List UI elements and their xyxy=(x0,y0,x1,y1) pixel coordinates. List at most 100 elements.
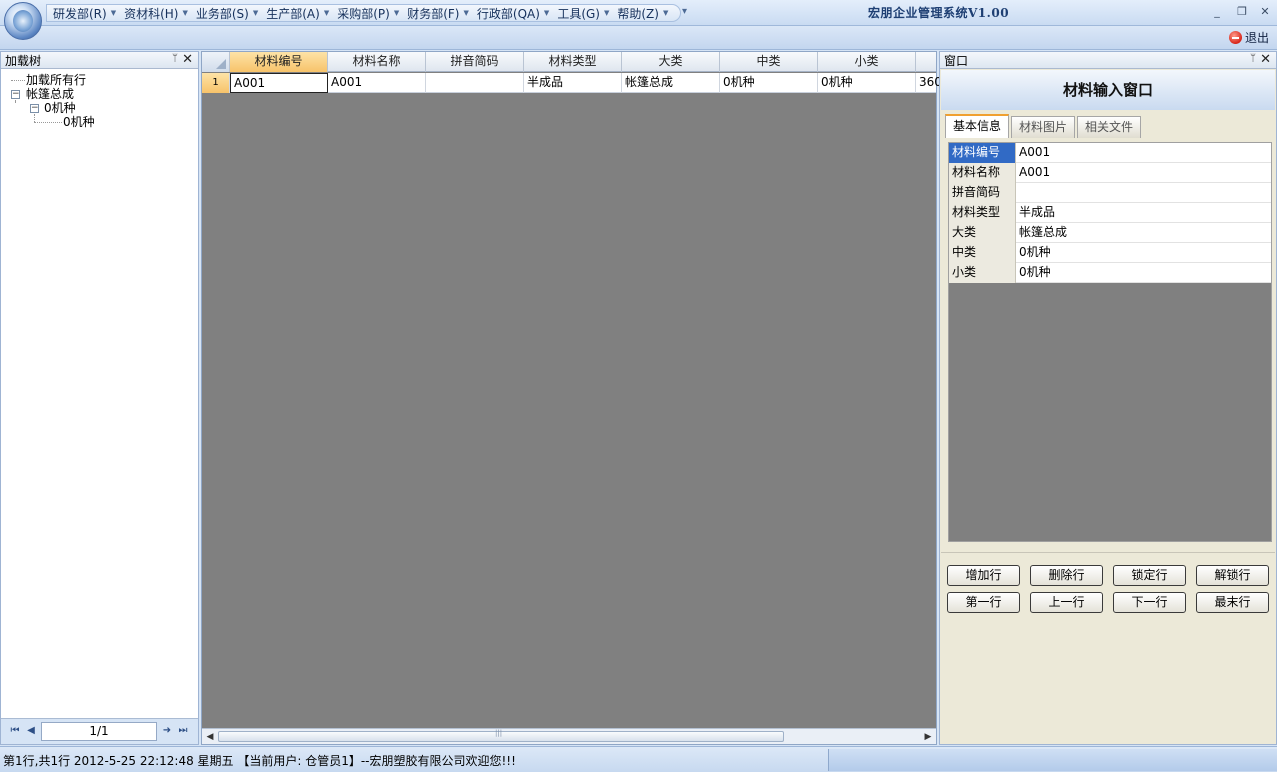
column-header[interactable]: 中类 xyxy=(720,52,818,72)
close-window-button[interactable]: ✕ xyxy=(1255,4,1275,20)
row-number[interactable]: 1 xyxy=(202,73,230,93)
table-cell[interactable]: 帐篷总成 xyxy=(622,73,720,93)
column-header[interactable]: 材料名称 xyxy=(328,52,426,72)
field-label: 材料名称 xyxy=(949,163,1016,183)
field-row[interactable]: 材料名称 A001 xyxy=(949,163,1271,183)
field-label: 材料编号 xyxy=(949,143,1016,163)
prev-row-button[interactable]: 上一行 xyxy=(1030,592,1103,613)
menu-admin[interactable]: 行政部(QA) ▼ xyxy=(473,5,553,21)
table-row[interactable]: 1 A001 A001 半成品 帐篷总成 0机种 0机种 360 xyxy=(202,73,940,93)
field-value[interactable]: 0机种 xyxy=(1016,263,1271,282)
input-panel-header: 窗口 ᛘ ✕ xyxy=(940,52,1276,69)
pin-icon[interactable]: ᛘ xyxy=(172,53,178,64)
restore-button[interactable]: ❐ xyxy=(1232,4,1252,20)
input-panel-title: 窗口 xyxy=(944,53,969,68)
field-row[interactable]: 拼音简码 xyxy=(949,183,1271,203)
collapse-icon[interactable]: − xyxy=(30,104,39,113)
menu-finance[interactable]: 财务部(F) ▼ xyxy=(403,5,473,21)
menu-rnd[interactable]: 研发部(R) ▼ xyxy=(49,5,120,21)
column-header[interactable]: 材料类型 xyxy=(524,52,622,72)
horizontal-scrollbar[interactable]: ◀ ▶ xyxy=(202,728,936,744)
scrollbar-thumb[interactable] xyxy=(218,729,784,742)
tree-node-tent-assembly[interactable]: 帐篷总成 xyxy=(26,87,74,101)
form-tabs: 基本信息 材料图片 相关文件 xyxy=(945,114,1142,138)
field-row[interactable]: 大类 帐篷总成 xyxy=(949,223,1271,243)
property-grid: 材料编号 A001 材料名称 A001 拼音简码 材料类型 半成品 大类 帐篷总… xyxy=(948,142,1272,542)
scroll-right-icon[interactable]: ▶ xyxy=(922,731,934,743)
column-header[interactable]: 小类 xyxy=(818,52,916,72)
chevron-down-icon: ▼ xyxy=(543,9,550,17)
menu-purchasing[interactable]: 采购部(P) ▼ xyxy=(333,5,403,21)
tree-panel-header: 加载树 ᛘ ✕ xyxy=(1,52,198,69)
chevron-down-icon: ▼ xyxy=(393,9,400,17)
table-cell[interactable]: 0机种 xyxy=(720,73,818,93)
field-value[interactable]: 0机种 xyxy=(1016,243,1271,262)
chevron-down-icon: ▼ xyxy=(182,9,188,17)
tab-material-images[interactable]: 材料图片 xyxy=(1011,116,1076,138)
table-cell[interactable]: A001 xyxy=(328,73,426,93)
first-page-icon[interactable]: ⏮ xyxy=(9,725,21,737)
field-row[interactable]: 材料类型 半成品 xyxy=(949,203,1271,223)
field-row[interactable]: 小类 0机种 xyxy=(949,263,1271,283)
tree-panel-title: 加载树 xyxy=(5,53,42,68)
chevron-down-icon: ▼ xyxy=(463,9,469,17)
column-header[interactable] xyxy=(916,52,940,72)
menu-materials[interactable]: 资材科(H) ▼ xyxy=(120,5,192,21)
table-cell[interactable]: 半成品 xyxy=(524,73,622,93)
menu-production[interactable]: 生产部(A) ▼ xyxy=(262,5,333,21)
menu-tools[interactable]: 工具(G) ▼ xyxy=(553,5,613,21)
unlock-row-button[interactable]: 解锁行 xyxy=(1196,565,1269,586)
field-row[interactable]: 中类 0机种 xyxy=(949,243,1271,263)
material-grid: 材料编号 材料名称 拼音简码 材料类型 大类 中类 小类 1 A001 A001… xyxy=(201,51,940,745)
column-header[interactable]: 拼音简码 xyxy=(426,52,524,72)
exit-button[interactable]: 退出 xyxy=(1228,29,1269,46)
next-row-button[interactable]: 下一行 xyxy=(1113,592,1186,613)
table-cell[interactable]: A001 xyxy=(230,73,328,93)
exit-icon xyxy=(1228,31,1242,44)
lock-row-button[interactable]: 锁定行 xyxy=(1113,565,1186,586)
field-value[interactable]: 帐篷总成 xyxy=(1016,223,1271,242)
tab-basic-info[interactable]: 基本信息 xyxy=(945,114,1010,138)
prev-page-icon[interactable]: ◀ xyxy=(25,725,37,737)
tree-pager: ⏮ ◀ 1/1 ➜ ⏭ xyxy=(1,718,198,744)
menu-sales[interactable]: 业务部(S) ▼ xyxy=(192,5,262,21)
table-cell[interactable] xyxy=(426,73,524,93)
next-page-icon[interactable]: ➜ xyxy=(161,725,173,737)
menu-help[interactable]: 帮助(Z) ▼ xyxy=(613,5,672,21)
app-menu-orb-icon[interactable] xyxy=(4,2,42,40)
field-value[interactable]: A001 xyxy=(1016,163,1271,182)
column-header[interactable]: 材料编号 xyxy=(230,52,328,72)
chevron-down-icon: ▼ xyxy=(603,9,610,17)
tab-related-files[interactable]: 相关文件 xyxy=(1077,116,1142,138)
minimize-button[interactable]: _ xyxy=(1207,4,1227,20)
main-menu-bar: 研发部(R) ▼ 资材科(H) ▼ 业务部(S) ▼ 生产部(A) ▼ 采购部(P) ▼ … xyxy=(46,4,682,22)
collapse-icon[interactable]: − xyxy=(11,90,20,99)
status-text: 第1行,共1行 2012-5-25 22:12:48 星期五 【当前用户: 仓管… xyxy=(3,754,516,768)
field-value[interactable] xyxy=(1016,183,1271,202)
select-all-corner[interactable] xyxy=(202,52,230,72)
last-row-button[interactable]: 最末行 xyxy=(1196,592,1269,613)
last-page-icon[interactable]: ⏭ xyxy=(177,725,189,737)
first-row-button[interactable]: 第一行 xyxy=(947,592,1020,613)
close-icon[interactable]: ✕ xyxy=(182,52,193,67)
field-value[interactable]: 半成品 xyxy=(1016,203,1271,222)
delete-row-button[interactable]: 删除行 xyxy=(1030,565,1103,586)
field-label: 材料类型 xyxy=(949,203,1016,223)
tree-node-load-all[interactable]: 加载所有行 xyxy=(26,73,86,87)
status-panel xyxy=(828,749,1277,771)
page-indicator[interactable]: 1/1 xyxy=(41,722,157,741)
table-cell[interactable]: 360 xyxy=(916,73,940,93)
pin-icon[interactable]: ᛘ xyxy=(1250,53,1256,64)
quick-access-more-icon[interactable]: ▾ xyxy=(682,6,687,17)
field-row[interactable]: 材料编号 A001 xyxy=(949,143,1271,163)
table-cell[interactable]: 0机种 xyxy=(818,73,916,93)
tree-node-model-leaf[interactable]: 0机种 xyxy=(63,115,95,129)
close-icon[interactable]: ✕ xyxy=(1260,52,1271,67)
tree-panel: 加载树 ᛘ ✕ 加载所有行 − 帐篷总成 − 0机种 0机种 ⏮ ◀ 1/1 ➜… xyxy=(0,51,199,745)
chevron-down-icon: ▼ xyxy=(323,9,330,17)
add-row-button[interactable]: 增加行 xyxy=(947,565,1020,586)
tree-node-model-group[interactable]: 0机种 xyxy=(44,101,76,115)
field-value[interactable]: A001 xyxy=(1016,143,1271,162)
column-header[interactable]: 大类 xyxy=(622,52,720,72)
scroll-left-icon[interactable]: ◀ xyxy=(204,731,216,743)
